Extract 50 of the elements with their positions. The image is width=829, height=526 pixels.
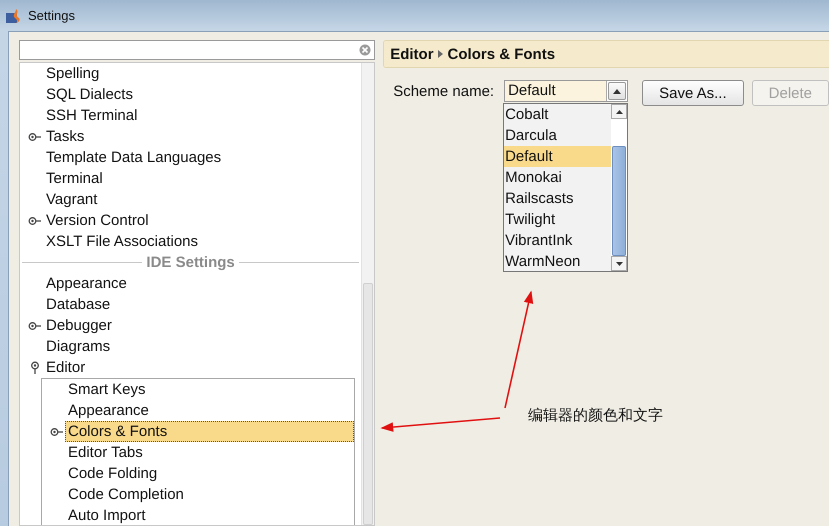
tree-item[interactable]: Tasks (43, 126, 88, 147)
tree-item[interactable]: Appearance (43, 273, 130, 294)
tree-item[interactable]: Diagrams (43, 336, 114, 357)
tree-item[interactable]: Terminal (43, 168, 106, 189)
tree-item[interactable]: SQL Dialects (43, 84, 136, 105)
tree-item[interactable]: XSLT File Associations (43, 231, 202, 252)
tree-item[interactable]: Appearance (65, 400, 152, 421)
expanded-node-icon[interactable] (30, 360, 40, 374)
scheme-label: Scheme name: (393, 82, 494, 102)
dropdown-option[interactable]: VibrantInk (504, 230, 612, 251)
annotation-text: 编辑器的颜色和文字 (528, 406, 663, 425)
dropdown-option[interactable]: Twilight (504, 209, 612, 230)
dropdown-option[interactable]: Default (504, 146, 612, 167)
tree-item[interactable]: Code Completion (65, 484, 187, 505)
collapsed-node-icon[interactable] (28, 216, 42, 226)
tree-item[interactable]: Spelling (43, 63, 102, 84)
breadcrumb-item: Colors & Fonts (448, 46, 556, 62)
dropdown-option[interactable]: Railscasts (504, 188, 612, 209)
dropdown-option[interactable]: Cobalt (504, 104, 612, 125)
dropdown-option[interactable]: Darcula (504, 125, 612, 146)
dropdown-option[interactable]: Monokai (504, 167, 612, 188)
tree-item[interactable]: Colors & Fonts (65, 421, 354, 442)
collapsed-node-icon[interactable] (28, 132, 42, 142)
dropdown-option[interactable]: WarmNeon (504, 251, 612, 272)
breadcrumb-item: Editor (390, 46, 434, 62)
tree-item[interactable]: Smart Keys (65, 379, 149, 400)
tree-item[interactable]: SSH Terminal (43, 105, 140, 126)
tree-item[interactable]: Debugger (43, 315, 115, 336)
section-label: IDE Settings (146, 254, 235, 271)
scroll-down-icon (616, 262, 623, 266)
tree-item[interactable]: Database (43, 294, 114, 315)
scroll-up-icon (616, 110, 623, 114)
scheme-dropdown[interactable]: Default (504, 80, 628, 102)
tree-item[interactable]: Version Control (43, 210, 152, 231)
tree-item[interactable]: Editor (43, 357, 88, 378)
save-as-button[interactable]: Save As... (642, 80, 744, 106)
tree-item[interactable]: Template Data Languages (43, 147, 224, 168)
tree-item[interactable]: Code Folding (65, 463, 160, 484)
clear-icon (359, 44, 372, 56)
tree-item[interactable]: Auto Import (65, 505, 149, 525)
collapsed-node-icon[interactable] (50, 426, 64, 436)
tree-item[interactable]: Vagrant (43, 189, 100, 210)
window-title: Settings (28, 8, 75, 23)
list-scrollbar[interactable] (611, 104, 628, 271)
scrollbar[interactable] (361, 63, 374, 525)
collapsed-node-icon[interactable] (28, 320, 42, 330)
search-field[interactable] (19, 40, 376, 60)
app-logo-icon (6, 8, 22, 24)
breadcrumb-separator-icon (438, 50, 444, 58)
tree-item[interactable]: Editor Tabs (65, 442, 146, 463)
